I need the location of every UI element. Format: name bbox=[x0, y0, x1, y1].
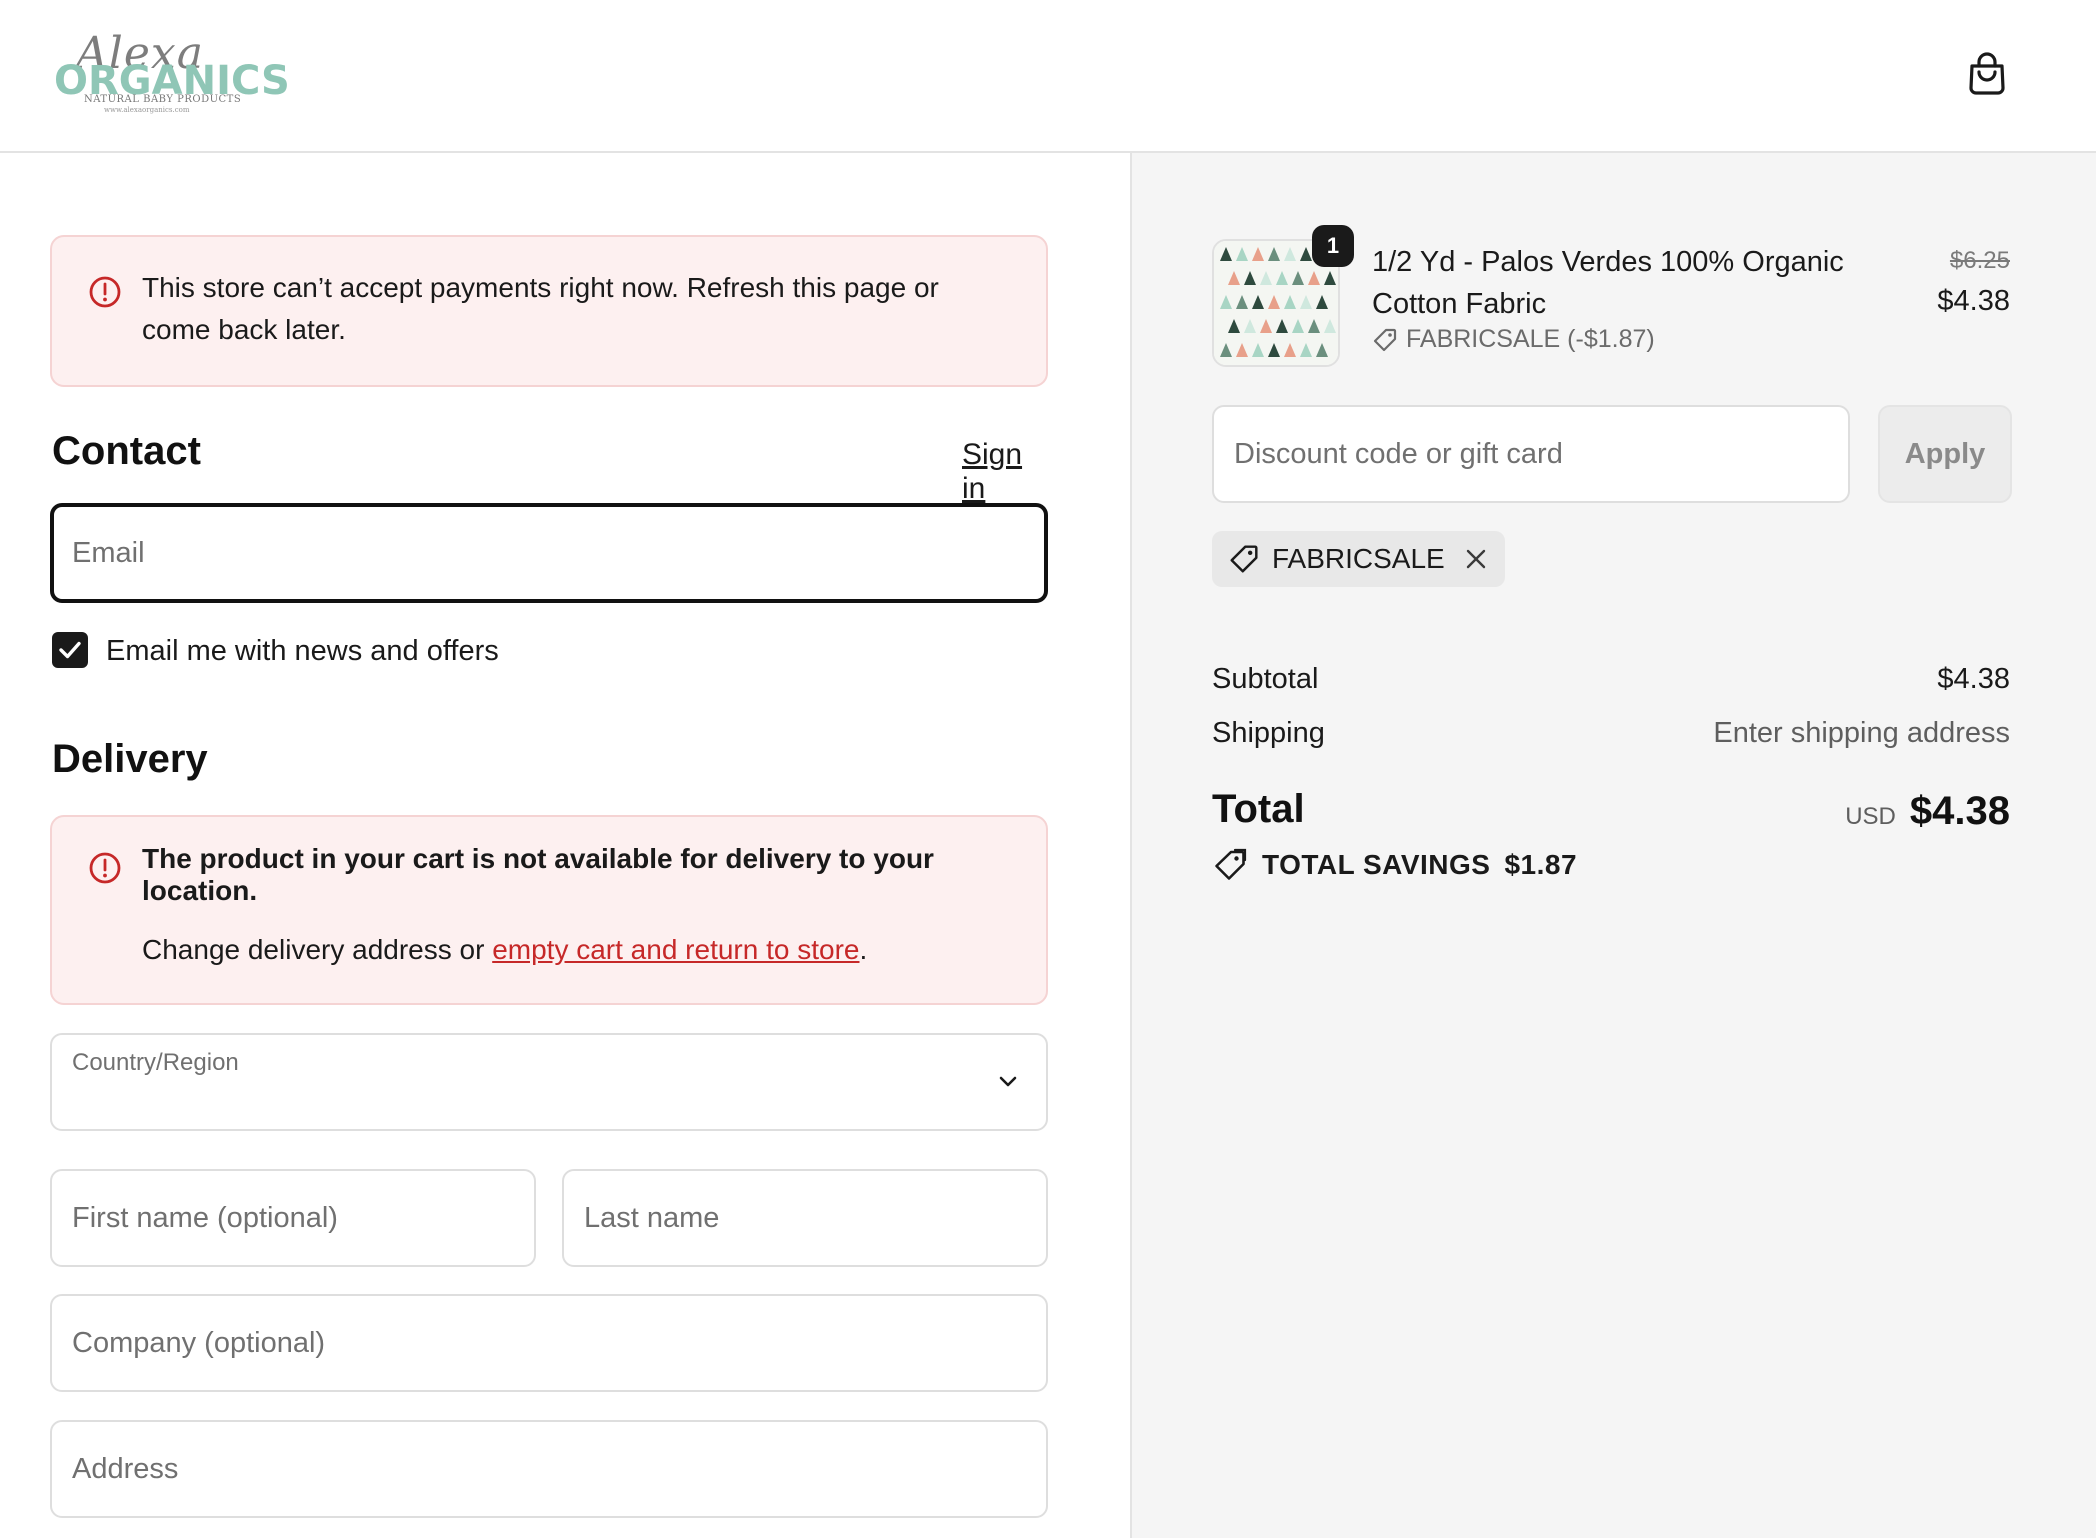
error-icon bbox=[89, 276, 121, 308]
email-field[interactable] bbox=[50, 503, 1048, 603]
total-amount: $4.38 bbox=[1909, 789, 2010, 833]
last-name-field[interactable] bbox=[562, 1169, 1048, 1267]
order-summary: 1 1/2 Yd - Palos Verdes 100% Organic Cot… bbox=[1130, 153, 2096, 1538]
product-name: 1/2 Yd - Palos Verdes 100% Organic Cotto… bbox=[1372, 246, 1844, 320]
delivery-error-body: Change delivery address or empty cart an… bbox=[142, 929, 1022, 971]
last-name-input[interactable] bbox=[584, 1171, 1026, 1265]
delivery-error-suffix: . bbox=[859, 934, 868, 965]
applied-discount-chip: FABRICSALE bbox=[1212, 531, 1505, 587]
close-icon[interactable] bbox=[1463, 546, 1489, 572]
shipping-label: Shipping bbox=[1212, 717, 1325, 749]
sign-in-link[interactable]: Sign in bbox=[962, 438, 1050, 506]
subtotal-label: Subtotal bbox=[1212, 663, 1319, 695]
store-logo[interactable]: Alexa ORGANICS NATURAL BABY PRODUCTS www… bbox=[54, 28, 290, 114]
error-icon bbox=[89, 852, 121, 884]
newsletter-label: Email me with news and offers bbox=[106, 635, 499, 667]
chevron-down-icon bbox=[999, 1076, 1017, 1087]
delivery-error-prefix: Change delivery address or bbox=[142, 934, 493, 965]
empty-cart-link[interactable]: empty cart and return to store bbox=[492, 934, 859, 965]
payments-error-text: This store can’t accept payments right n… bbox=[142, 272, 939, 345]
delivery-error-title: The product in your cart is not availabl… bbox=[142, 843, 934, 906]
address-input[interactable] bbox=[72, 1422, 1026, 1516]
payments-error-banner: This store can’t accept payments right n… bbox=[50, 235, 1048, 387]
header: Alexa ORGANICS NATURAL BABY PRODUCTS www… bbox=[0, 0, 2096, 153]
savings-label: TOTAL SAVINGS bbox=[1262, 849, 1491, 880]
savings-tag-icon bbox=[1215, 848, 1247, 880]
shipping-value: Enter shipping address bbox=[1713, 717, 2010, 749]
shopping-bag-icon bbox=[1969, 52, 2005, 95]
first-name-field[interactable] bbox=[50, 1169, 536, 1267]
checkmark-icon bbox=[59, 641, 81, 659]
delivery-title: Delivery bbox=[52, 737, 208, 781]
country-select[interactable]: Country/Region bbox=[50, 1033, 1048, 1131]
total-savings: TOTAL SAVINGS $1.87 bbox=[1212, 847, 1577, 883]
subtotal-value: $4.38 bbox=[1937, 663, 2010, 695]
logo-tagline: NATURAL BABY PRODUCTS bbox=[84, 94, 242, 105]
company-input[interactable] bbox=[72, 1296, 1026, 1390]
country-label: Country/Region bbox=[72, 1049, 239, 1076]
delivery-error-banner: The product in your cart is not availabl… bbox=[50, 815, 1048, 1005]
quantity-badge: 1 bbox=[1312, 225, 1354, 267]
product-discount: FABRICSALE (-$1.87) bbox=[1372, 325, 1655, 354]
apply-discount-button[interactable]: Apply bbox=[1878, 405, 2012, 503]
applied-discount-code: FABRICSALE bbox=[1272, 543, 1445, 574]
contact-title: Contact bbox=[52, 429, 201, 473]
product-discount-text: FABRICSALE (-$1.87) bbox=[1406, 325, 1655, 353]
logo-url: www.alexaorganics.com bbox=[104, 106, 190, 114]
address-field[interactable] bbox=[50, 1420, 1048, 1518]
tag-icon bbox=[1373, 328, 1397, 351]
savings-value: $1.87 bbox=[1504, 849, 1578, 880]
company-field[interactable] bbox=[50, 1294, 1048, 1392]
newsletter-checkbox[interactable] bbox=[52, 632, 88, 668]
email-input[interactable] bbox=[72, 507, 1022, 599]
tag-icon bbox=[1230, 545, 1258, 573]
total-label: Total bbox=[1212, 787, 1305, 831]
discounted-price: $4.38 bbox=[1937, 285, 2010, 317]
discount-code-field[interactable] bbox=[1212, 405, 1850, 503]
total-currency: USD bbox=[1845, 803, 1896, 830]
first-name-input[interactable] bbox=[72, 1171, 514, 1265]
discount-code-input[interactable] bbox=[1234, 407, 1828, 501]
cart-button[interactable] bbox=[1962, 48, 2012, 98]
total-value: USD $4.38 bbox=[1845, 789, 2010, 834]
original-price: $6.25 bbox=[1949, 247, 2010, 274]
